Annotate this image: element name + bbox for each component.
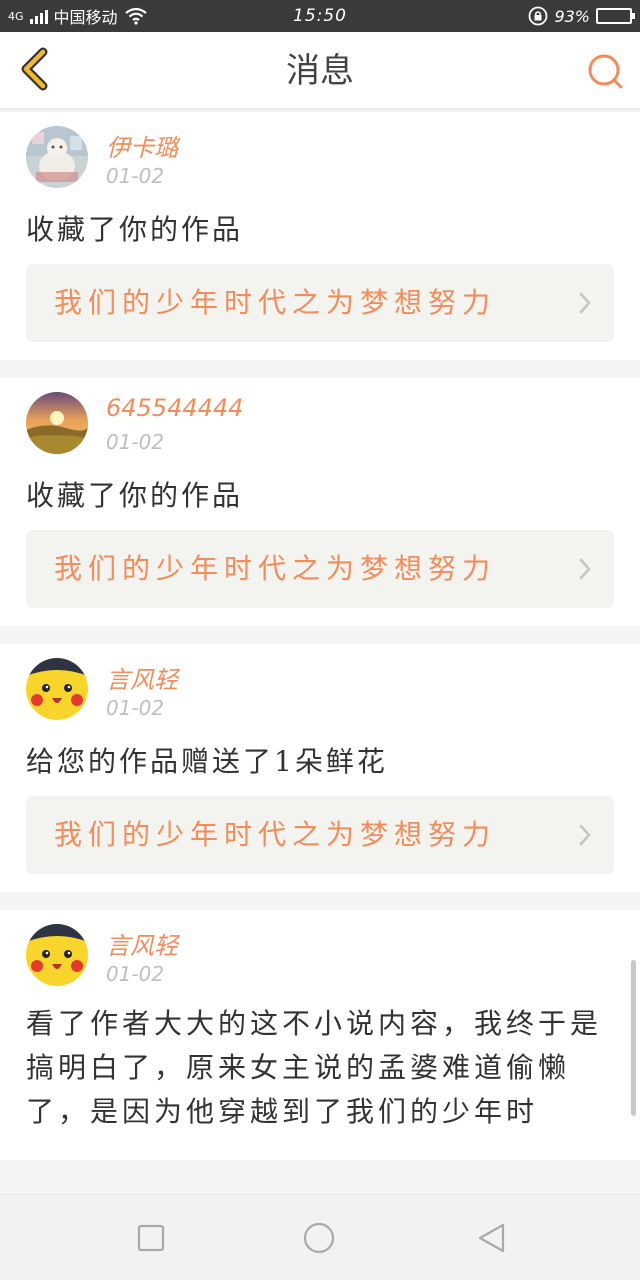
username[interactable]: 言风轻 [106,926,178,961]
username[interactable]: 言风轻 [106,660,178,695]
home-button[interactable] [302,1221,336,1255]
work-title: 我们的少年时代之为梦想努力 [54,818,497,851]
battery-icon [596,8,635,24]
battery-percent: 93% [554,6,590,26]
pikachu-avatar [26,658,88,720]
search-icon[interactable] [586,52,626,92]
message-card[interactable]: 言风轻 01-02 给您的作品赠送了1朵鲜花 我们的少年时代之为梦想努力 [0,644,640,892]
sunset-avatar [26,392,88,454]
avatar[interactable] [26,658,88,720]
message-action: 给您的作品赠送了1朵鲜花 [26,745,388,778]
message-date: 01-02 [106,962,165,986]
lock-icon [529,6,548,26]
system-nav-bar [0,1194,640,1280]
comment-text: 看了作者大大的这不小说内容，我终于是搞明白了，原来女主说的孟婆难道偷懒了，是因为… [26,1007,603,1128]
chevron-right-icon [579,558,591,580]
message-card[interactable]: 伊卡璐 01-02 收藏了你的作品 我们的少年时代之为梦想努力 [0,112,640,360]
message-date: 01-02 [106,164,165,188]
chevron-right-icon [579,824,591,846]
work-link[interactable]: 我们的少年时代之为梦想努力 [26,796,614,874]
page-title: 消息 [286,51,354,91]
message-action: 收藏了你的作品 [26,213,244,246]
username[interactable]: 伊卡璐 [106,128,178,163]
recent-apps-button[interactable] [134,1221,168,1255]
header: 消息 [0,32,640,110]
work-link[interactable]: 我们的少年时代之为梦想努力 [26,264,614,342]
message-action: 收藏了你的作品 [26,479,244,512]
avatar[interactable] [26,392,88,454]
status-right: 93% [528,0,635,32]
message-card[interactable]: 言风轻 01-02 看了作者大大的这不小说内容，我终于是搞明白了，原来女主说的孟… [0,910,640,1160]
work-title: 我们的少年时代之为梦想努力 [54,552,497,585]
message-list[interactable]: 伊卡璐 01-02 收藏了你的作品 我们的少年时代之为梦想努力 64554444… [0,112,640,1194]
message-date: 01-02 [106,430,165,454]
back-button[interactable] [474,1221,508,1255]
message-card[interactable]: 645544444 01-02 收藏了你的作品 我们的少年时代之为梦想努力 [0,378,640,626]
username[interactable]: 645544444 [106,394,243,422]
doll-avatar [26,126,88,188]
avatar[interactable] [26,924,88,986]
pikachu-avatar [26,924,88,986]
avatar[interactable] [26,126,88,188]
work-title: 我们的少年时代之为梦想努力 [54,286,497,319]
chevron-right-icon [579,292,591,314]
scrollbar[interactable] [631,960,636,1116]
work-link[interactable]: 我们的少年时代之为梦想努力 [26,530,614,608]
message-date: 01-02 [106,696,165,720]
status-bar: 4G 中国移动 15:50 93% [0,0,640,32]
